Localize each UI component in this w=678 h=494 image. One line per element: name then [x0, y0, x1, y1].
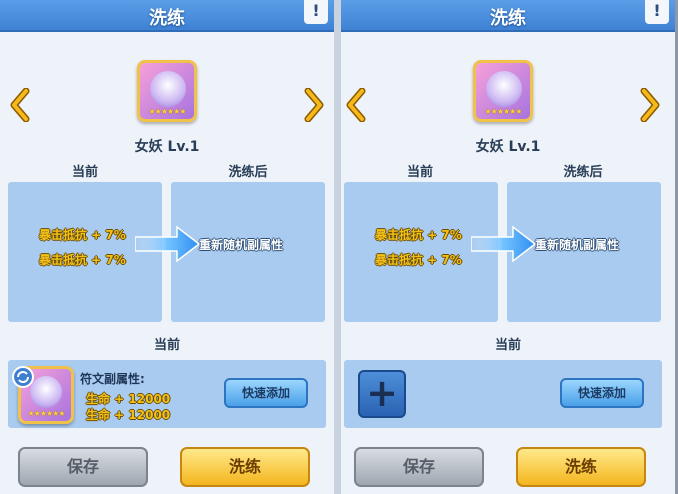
swap-icon[interactable]	[12, 366, 34, 388]
banshee-emblem-icon	[150, 71, 186, 107]
sub-attr-2: 生命 + 12000	[86, 408, 171, 422]
sub-attr-strip: + 快速添加	[344, 360, 662, 428]
rune-name: 女妖 Lv.1	[134, 139, 200, 155]
reroll-text: 重新随机副属性	[199, 238, 284, 252]
sub-attr-label: 符文副属性:	[80, 372, 145, 386]
title-bar: 洗练 !	[341, 0, 675, 32]
star-rating: ★★★★★★	[148, 107, 186, 116]
current-attr-1: 暴击抵抗 + 7%	[375, 228, 462, 242]
reroll-text: 重新随机副属性	[535, 238, 620, 252]
after-refine-header: 洗练后	[563, 165, 603, 180]
refine-button[interactable]: 洗练	[516, 447, 646, 487]
current-attr-1: 暴击抵抗 + 7%	[39, 228, 126, 242]
current-header: 当前	[71, 165, 98, 180]
after-refine-header: 洗练后	[228, 165, 268, 180]
refine-panel-left: 洗练 ! ★★★★★★ 女妖 Lv.1 当前 洗练后 暴击抵抗 + 7% 暴击抵…	[0, 0, 334, 494]
save-button[interactable]: 保存	[354, 447, 484, 487]
refine-panel-right: 洗练 ! ★★★★★★ 女妖 Lv.1 当前 洗练后 暴击抵抗 + 7% 暴击抵…	[341, 0, 675, 494]
sub-attr-strip: ★★★★★★ 符文副属性: 生命 + 12000 生命 + 12000 快速添加	[8, 360, 326, 428]
previous-arrow-icon[interactable]	[10, 88, 30, 122]
previous-arrow-icon[interactable]	[346, 88, 366, 122]
star-rating: ★★★★★★	[484, 107, 522, 116]
current-header: 当前	[406, 165, 433, 180]
current-attr-2: 暴击抵抗 + 7%	[39, 253, 126, 267]
help-icon[interactable]: !	[645, 0, 669, 24]
banshee-emblem-icon	[486, 71, 522, 107]
sub-attr-1: 生命 + 12000	[86, 392, 171, 406]
help-icon[interactable]: !	[304, 0, 328, 24]
rune-icon[interactable]: ★★★★★★	[473, 60, 533, 122]
panel-title: 洗练	[149, 8, 185, 29]
refine-screen: 洗练 ! ★★★★★★ 女妖 Lv.1 当前 洗练后 暴击抵抗 + 7% 暴击抵…	[0, 0, 678, 494]
save-button[interactable]: 保存	[18, 447, 148, 487]
rune-icon[interactable]: ★★★★★★	[137, 60, 197, 122]
add-rune-button[interactable]: +	[358, 370, 406, 418]
quick-add-button[interactable]: 快速添加	[224, 378, 308, 408]
current-section-header: 当前	[153, 338, 180, 353]
next-arrow-icon[interactable]	[304, 88, 324, 122]
rune-name: 女妖 Lv.1	[475, 139, 541, 155]
next-arrow-icon[interactable]	[640, 88, 660, 122]
refine-button[interactable]: 洗练	[180, 447, 310, 487]
banshee-emblem-icon	[30, 376, 62, 408]
panel-title: 洗练	[490, 8, 526, 29]
transition-arrow-icon	[135, 225, 201, 263]
current-attr-2: 暴击抵抗 + 7%	[375, 253, 462, 267]
panel-divider	[334, 0, 341, 494]
star-rating: ★★★★★★	[27, 409, 65, 418]
current-section-header: 当前	[494, 338, 521, 353]
transition-arrow-icon	[471, 225, 537, 263]
quick-add-button[interactable]: 快速添加	[560, 378, 644, 408]
title-bar: 洗练 !	[0, 0, 334, 32]
